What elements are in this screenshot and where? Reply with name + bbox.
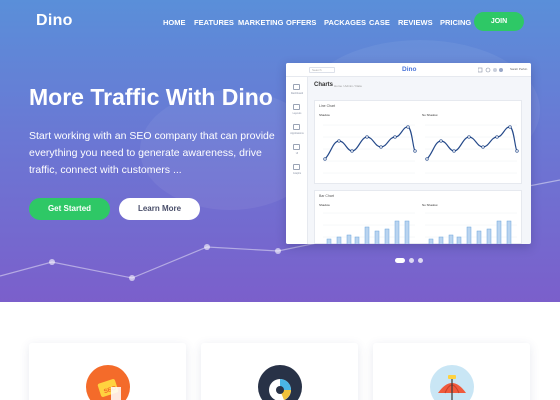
bar-charts-graphic	[323, 212, 517, 244]
feature-card-3[interactable]	[373, 343, 530, 400]
nav-home[interactable]: HOME	[163, 18, 186, 27]
nav-features[interactable]: FEATURES	[194, 18, 234, 27]
mockup-user-name: Sarah Perkin	[510, 67, 528, 71]
slider-dot-1[interactable]	[395, 258, 405, 263]
mockup-logo: Dino	[402, 66, 417, 73]
feature-card-2[interactable]	[201, 343, 358, 400]
layouts-icon	[293, 104, 300, 110]
page: Dino HOME FEATURES MARKETING OFFERS PACK…	[0, 0, 560, 400]
nav-packages[interactable]: PACKAGES	[324, 18, 366, 27]
pie-chart-icon	[258, 365, 302, 400]
line-charts-graphic	[323, 124, 519, 174]
seo-tag-icon: SEO	[86, 365, 130, 400]
dashboard-icon	[293, 84, 300, 90]
applications-icon	[293, 124, 300, 130]
hero-section: Dino HOME FEATURES MARKETING OFFERS PACK…	[0, 0, 560, 302]
brand-logo[interactable]: Dino	[36, 12, 73, 30]
mockup-page-title: Charts	[314, 82, 334, 88]
hero-description: Start working with an SEO company that c…	[29, 130, 275, 176]
mockup-breadcrumb: Home / Admin / Data	[334, 84, 362, 88]
mockup-topbar: Search Dino Sarah Perkin	[286, 63, 531, 77]
mockup-side-label: Applications	[290, 132, 304, 135]
nav-marketing[interactable]: MARKETING	[238, 18, 283, 27]
learn-more-button[interactable]: Learn More	[119, 198, 200, 220]
nav-case[interactable]: CASE	[369, 18, 390, 27]
get-started-button[interactable]: Get Started	[29, 198, 110, 220]
nav-reviews[interactable]: REVIEWS	[398, 18, 433, 27]
nav-pricing[interactable]: PRICING	[440, 18, 471, 27]
hero-title: More Traffic With Dino	[29, 84, 273, 110]
graphs-icon	[293, 164, 300, 170]
umbrella-icon	[430, 365, 474, 400]
feature-card-1[interactable]: SEO	[29, 343, 186, 400]
mockup-toolbar-icons	[478, 67, 503, 73]
mockup-side-label: Dashboard	[290, 92, 304, 95]
line-chart-panel: Line Chart Shadow No Shadow	[314, 100, 522, 184]
mockup-side-label: UI	[295, 152, 299, 155]
mockup-sidebar: Dashboard Layouts Applications UI Graphs	[286, 77, 308, 244]
ui-icon	[293, 144, 300, 150]
mockup-search-field: Search	[309, 67, 335, 73]
mockup-side-label: Graphs	[292, 172, 302, 175]
join-button[interactable]: JOIN	[474, 12, 524, 31]
bar-chart-panel: Bar Chart Shadow No Shadow	[314, 190, 522, 244]
slider-dot-3[interactable]	[418, 258, 423, 263]
slider-dot-2[interactable]	[409, 258, 414, 263]
nav-offers[interactable]: OFFERS	[286, 18, 316, 27]
dashboard-mockup: Search Dino Sarah Perkin Dashboard Layou…	[286, 63, 531, 244]
mockup-side-label: Layouts	[292, 112, 302, 115]
